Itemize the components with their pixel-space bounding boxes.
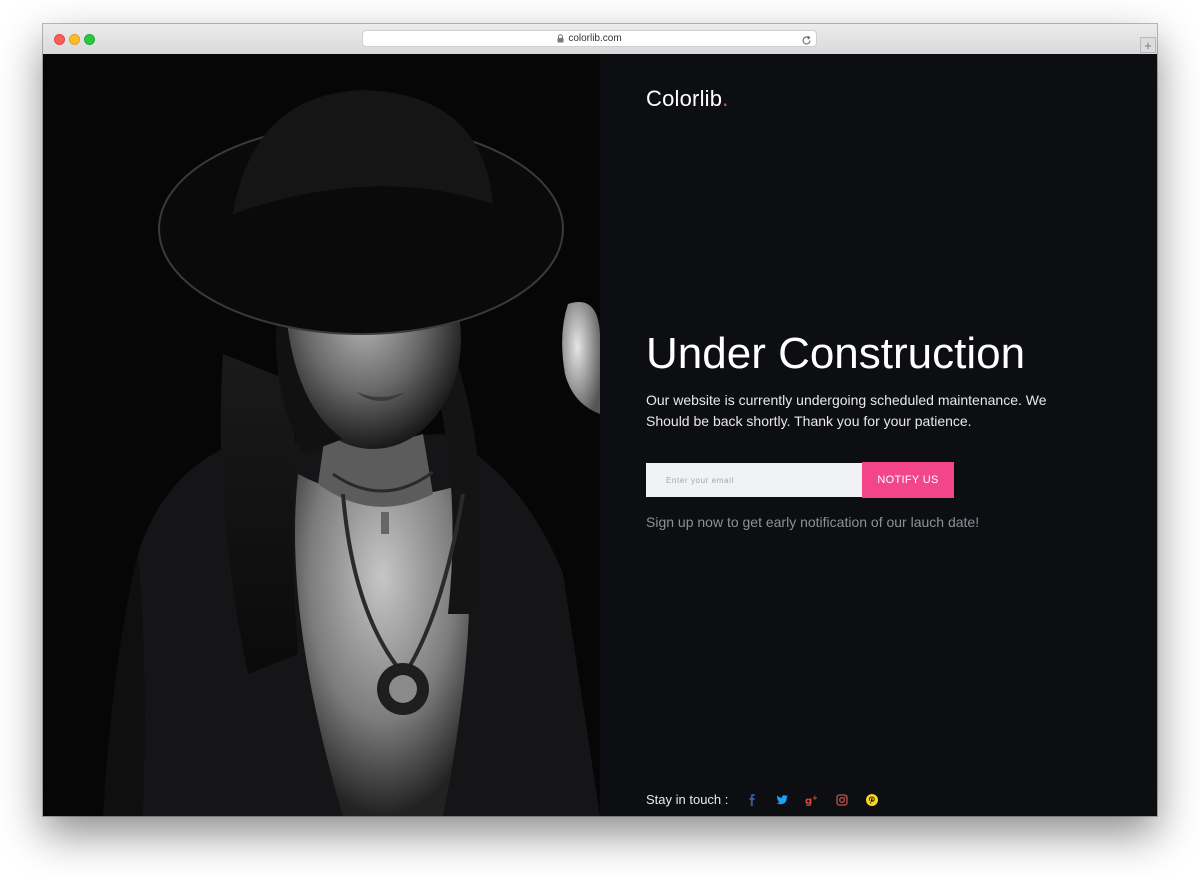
browser-titlebar: colorlib.com + bbox=[43, 24, 1157, 55]
twitter-icon[interactable] bbox=[775, 793, 789, 807]
reload-icon[interactable] bbox=[801, 33, 812, 51]
brand-name: Colorlib bbox=[646, 86, 723, 111]
browser-window: colorlib.com + Colorlib. Under Construct… bbox=[43, 24, 1157, 816]
signup-note: Sign up now to get early notification of… bbox=[646, 514, 980, 530]
lock-icon bbox=[557, 34, 564, 43]
email-field[interactable] bbox=[646, 463, 862, 497]
brand-dot: . bbox=[722, 86, 729, 111]
address-bar-url: colorlib.com bbox=[568, 33, 622, 44]
page-content: Colorlib. Under Construction Our website… bbox=[43, 54, 1157, 816]
minimize-window-button[interactable] bbox=[69, 34, 80, 45]
social-links: Stay in touch : g + bbox=[646, 792, 895, 807]
svg-text:+: + bbox=[812, 794, 818, 802]
pinterest-icon[interactable] bbox=[865, 793, 879, 807]
hero-photo bbox=[43, 54, 600, 816]
social-label: Stay in touch : bbox=[646, 792, 729, 807]
google-plus-icon[interactable]: g + bbox=[805, 793, 819, 807]
brand-logo[interactable]: Colorlib. bbox=[646, 86, 729, 112]
page-title: Under Construction bbox=[646, 329, 1026, 378]
notify-button[interactable]: NOTIFY US bbox=[862, 462, 954, 498]
close-window-button[interactable] bbox=[54, 34, 65, 45]
zoom-window-button[interactable] bbox=[84, 34, 95, 45]
new-tab-button[interactable]: + bbox=[1140, 37, 1156, 53]
instagram-icon[interactable] bbox=[835, 793, 849, 807]
facebook-icon[interactable] bbox=[745, 793, 759, 807]
address-bar[interactable]: colorlib.com bbox=[362, 30, 817, 47]
page-subtitle: Our website is currently undergoing sche… bbox=[646, 392, 1047, 429]
